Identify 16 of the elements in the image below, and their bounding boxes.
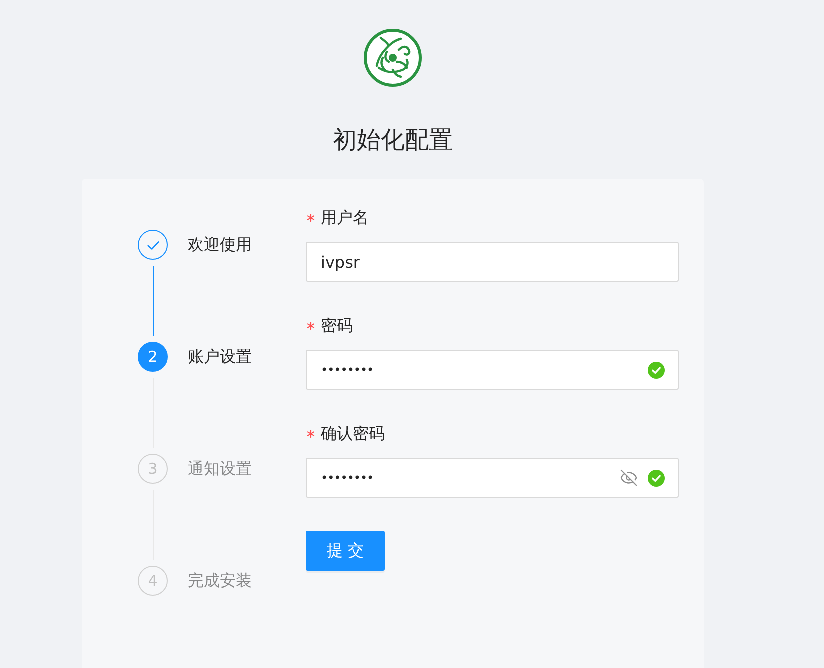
emblem-logo [363, 28, 423, 88]
text-field[interactable]: ivpsr [306, 242, 679, 282]
field-label: 用户名 [321, 207, 369, 229]
step-number: 3 [138, 454, 168, 484]
password-field[interactable]: •••••••• [306, 350, 679, 390]
eye-slash-icon[interactable] [620, 469, 638, 487]
step-title: 通知设置 [188, 458, 252, 480]
password-field[interactable]: •••••••• [306, 458, 679, 498]
field-label: 确认密码 [321, 423, 385, 445]
step-number: 2 [138, 342, 168, 372]
field-label: 密码 [321, 315, 353, 337]
step-title: 账户设置 [188, 346, 252, 368]
step-title: 欢迎使用 [188, 234, 252, 256]
step-number: 4 [138, 566, 168, 596]
page-title: 初始化配置 [333, 126, 453, 154]
step-title: 完成安装 [188, 570, 252, 592]
